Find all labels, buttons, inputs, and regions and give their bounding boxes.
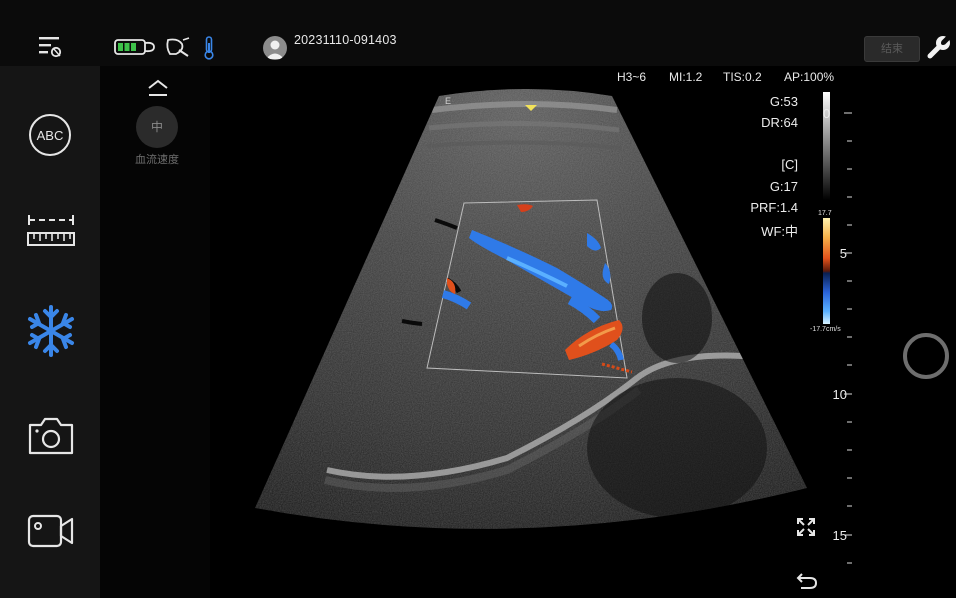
- end-exam-button[interactable]: 结束: [864, 36, 920, 62]
- depth-label-15: 15: [832, 528, 847, 543]
- color-velocity-bar: [823, 218, 830, 324]
- record-button[interactable]: [24, 504, 78, 558]
- depth-label-0: 0: [823, 106, 831, 121]
- gain-value: G:53: [769, 94, 798, 109]
- flow-speed-label: 血流速度: [135, 154, 179, 166]
- color-mode: [C]: [781, 157, 798, 172]
- abc-text-icon: ABC: [29, 114, 71, 156]
- menu-icon[interactable]: [36, 32, 66, 60]
- probe-icon: [166, 37, 190, 57]
- depth-label-10: 10: [832, 387, 847, 402]
- depth-scale: [844, 112, 852, 564]
- color-gain-value: G:17: [769, 179, 798, 194]
- return-icon[interactable]: [796, 570, 818, 590]
- snowflake-icon: [28, 305, 74, 357]
- snapshot-button[interactable]: [24, 409, 78, 463]
- tis-value: TIS:0.2: [723, 70, 762, 84]
- probe-frequency: H3~6: [617, 70, 647, 84]
- circle-control-icon[interactable]: [903, 333, 949, 379]
- chevron-up-icon[interactable]: [146, 78, 170, 98]
- dr-value: DR:64: [761, 115, 798, 130]
- depth-label-5: 5: [839, 246, 847, 261]
- video-camera-icon: [27, 514, 74, 548]
- annotation-button[interactable]: ABC: [24, 108, 78, 162]
- wrench-icon[interactable]: [924, 34, 952, 62]
- image-marker: E: [445, 96, 451, 106]
- flow-speed-button[interactable]: 中: [136, 106, 178, 148]
- freeze-button[interactable]: [24, 304, 78, 358]
- ap-value: AP:100%: [784, 70, 835, 84]
- annotation-label: ABC: [37, 128, 64, 143]
- prf-value: PRF:1.4: [750, 200, 798, 215]
- measure-button[interactable]: [24, 206, 78, 260]
- sidebar: ABC: [0, 66, 100, 598]
- fullscreen-icon[interactable]: [796, 517, 816, 537]
- avatar-icon[interactable]: [263, 36, 287, 60]
- thermometer-icon: [204, 36, 214, 60]
- mi-value: MI:1.2: [669, 70, 703, 84]
- battery-icon: [114, 39, 155, 55]
- wall-filter-value: WF:中: [761, 224, 798, 239]
- ruler-icon: [27, 215, 75, 246]
- patient-id: 20231110-091403: [294, 33, 397, 47]
- camera-icon: [28, 417, 74, 455]
- top-bar: 20231110-091403 结束: [0, 0, 956, 66]
